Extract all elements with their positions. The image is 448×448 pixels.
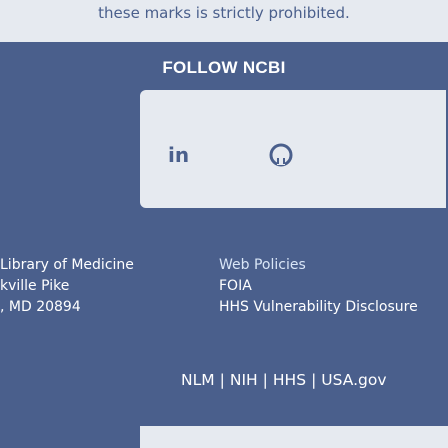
address-line-2: kville Pike <box>0 278 70 294</box>
footer-policy-links: Web Policies FOIA HHS Vulnerability Disc… <box>219 255 418 318</box>
foia-link[interactable]: FOIA <box>219 278 252 294</box>
github-icon-graphic <box>269 143 293 167</box>
usa-gov-link[interactable]: USA.gov <box>321 371 386 389</box>
agency-nav: NLM | NIH | HHS | USA.gov <box>181 371 387 389</box>
follow-ncbi-heading: FOLLOW NCBI <box>162 58 286 77</box>
bottom-panel <box>140 426 448 448</box>
copyright-notice-strip: these marks is strictly prohibited. <box>0 0 448 42</box>
nih-link[interactable]: NIH <box>230 371 258 389</box>
nav-separator: | <box>262 371 268 389</box>
copyright-notice-text: these marks is strictly prohibited. <box>98 4 350 22</box>
nlm-address: Library of Medicine kville Pike , MD 208… <box>0 255 134 318</box>
nav-separator: | <box>311 371 317 389</box>
nav-separator: | <box>219 371 225 389</box>
web-policies-link[interactable]: Web Policies <box>219 257 306 273</box>
hhs-vulnerability-disclosure-link[interactable]: HHS Vulnerability Disclosure <box>219 299 418 315</box>
address-line-1: Library of Medicine <box>0 257 134 273</box>
address-line-3: , MD 20894 <box>0 299 81 315</box>
github-icon[interactable] <box>268 142 294 168</box>
nlm-link[interactable]: NLM <box>181 371 215 389</box>
linkedin-icon[interactable]: in <box>168 143 190 167</box>
hhs-link[interactable]: HHS <box>273 371 306 389</box>
